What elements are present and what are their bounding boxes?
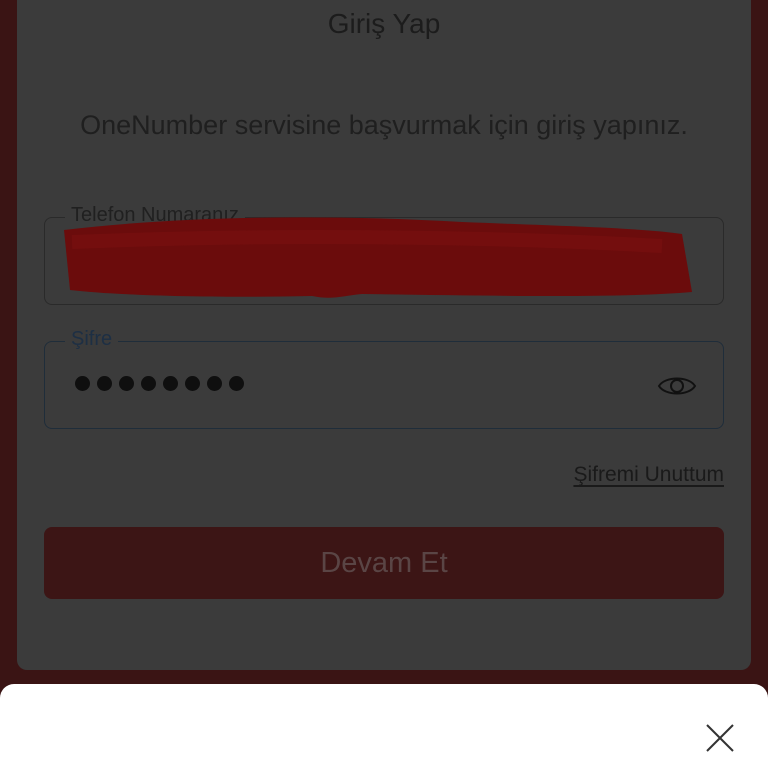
password-dot — [185, 376, 200, 391]
password-dots — [75, 376, 244, 391]
password-dot — [97, 376, 112, 391]
eye-icon[interactable] — [657, 372, 697, 400]
password-dot — [119, 376, 134, 391]
password-dot — [141, 376, 156, 391]
page-title: Giriş Yap — [327, 8, 441, 39]
password-field-label: Şifre — [65, 328, 119, 351]
close-icon[interactable] — [704, 722, 736, 754]
bottom-sheet — [0, 684, 768, 768]
phone-field[interactable]: Telefon Numaranız 905•• ••• •• •• — [44, 204, 724, 305]
page-subtitle: OneNumber servisine başvurmak için giriş… — [80, 110, 688, 140]
phone-field-value: 905•• ••• •• •• — [73, 248, 202, 270]
password-field[interactable]: Şifre — [44, 328, 724, 429]
app-screen: Giriş Yap OneNumber servisine başvurmak … — [0, 0, 768, 768]
phone-field-label: Telefon Numaranız — [65, 204, 245, 227]
password-dot — [75, 376, 90, 391]
password-dot — [229, 376, 244, 391]
password-dot — [163, 376, 178, 391]
forgot-password-link[interactable]: Şifremi Unuttum — [573, 463, 724, 487]
continue-button[interactable]: Devam Et — [44, 527, 724, 599]
password-dot — [207, 376, 222, 391]
